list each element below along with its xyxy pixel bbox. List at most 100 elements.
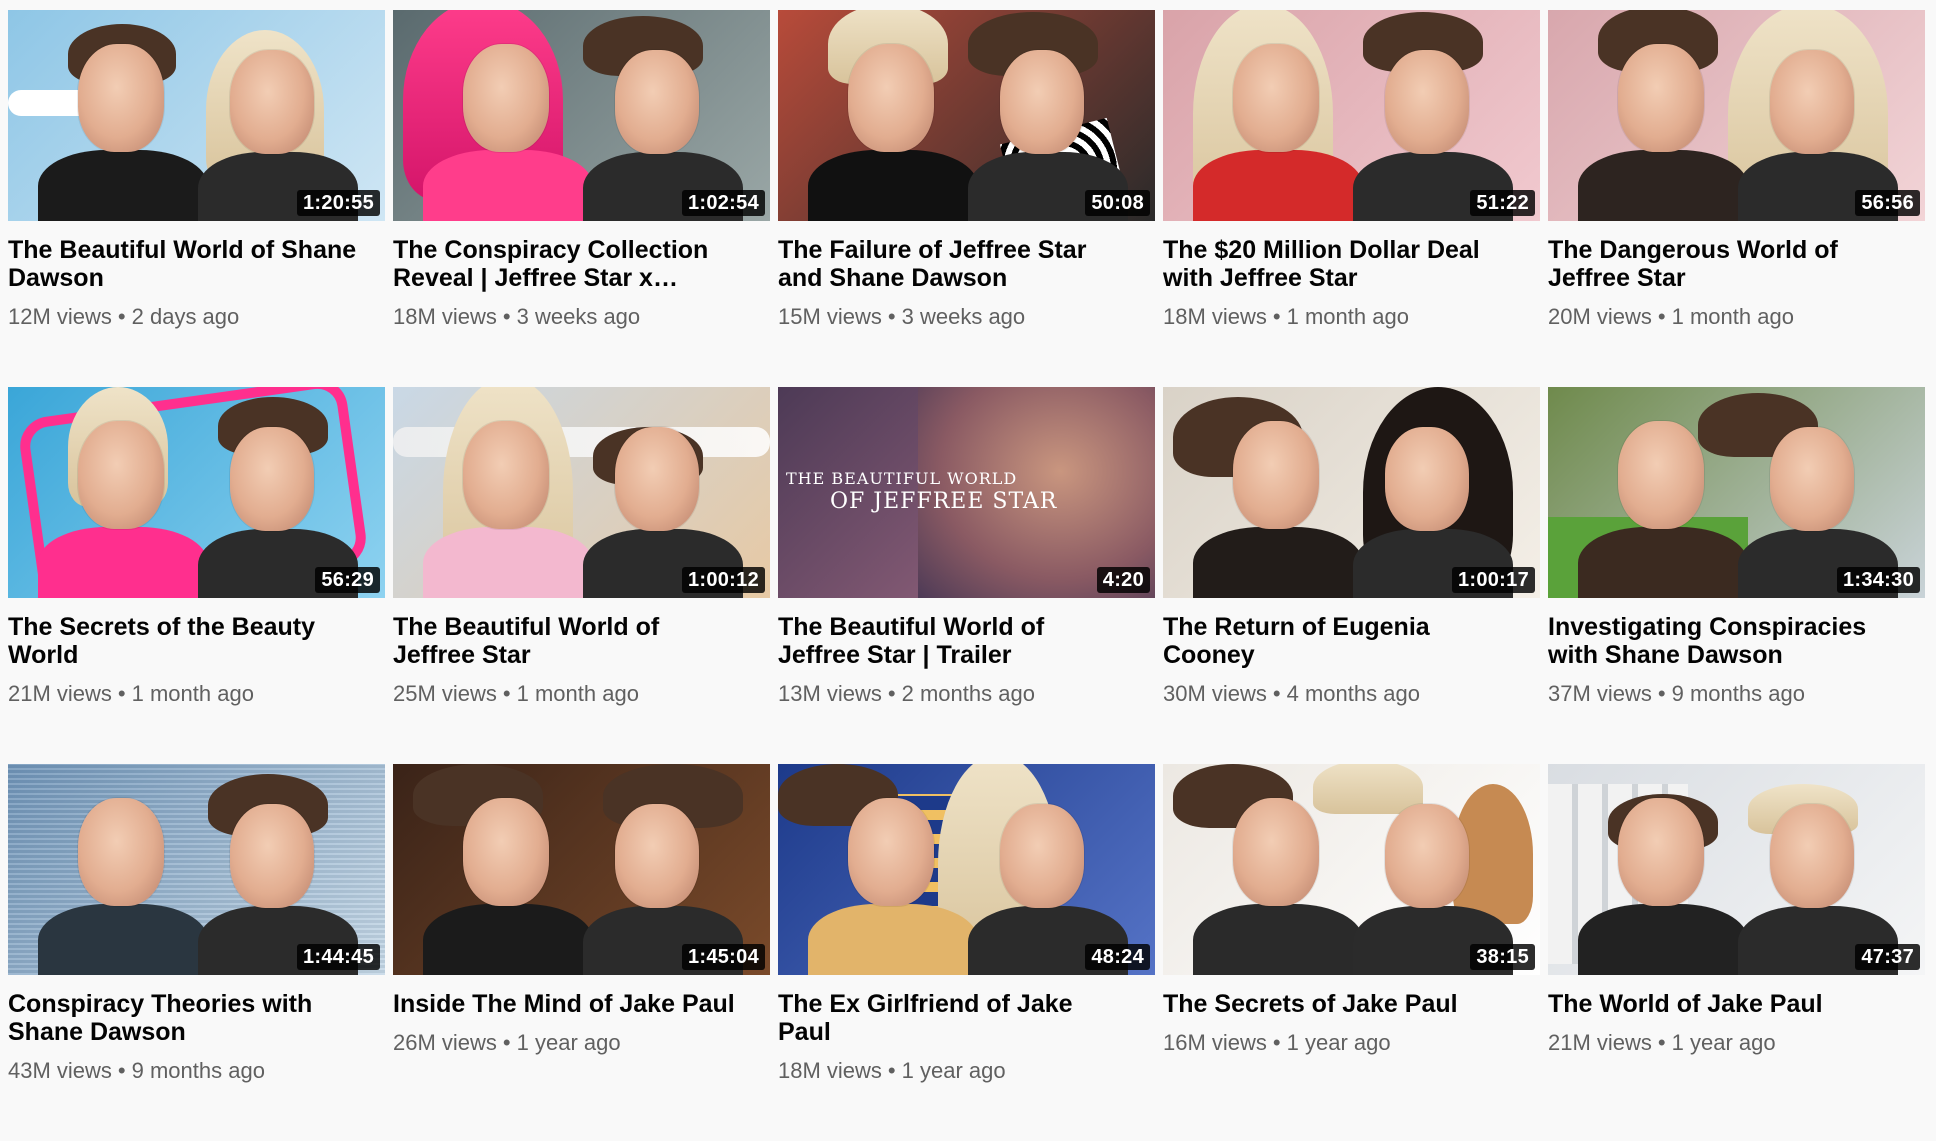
video-title[interactable]: The Return of Eugenia Cooney: [1163, 613, 1513, 669]
video-thumbnail[interactable]: 1:00:12: [393, 387, 770, 598]
person-face: [230, 804, 314, 908]
duration-badge: 4:20: [1096, 567, 1150, 593]
view-count: 12M views: [8, 304, 112, 329]
video-card[interactable]: 1:45:04 Inside The Mind of Jake Paul 26M…: [393, 764, 770, 1141]
video-thumbnail[interactable]: 51:22: [1163, 10, 1540, 221]
video-card[interactable]: 1:02:54 The Conspiracy Collection Reveal…: [393, 10, 770, 387]
video-card[interactable]: 1:00:17 The Return of Eugenia Cooney 30M…: [1163, 387, 1540, 764]
video-card[interactable]: 1:44:45 Conspiracy Theories with Shane D…: [8, 764, 385, 1141]
video-thumbnail[interactable]: 1:45:04: [393, 764, 770, 975]
separator-dot: •: [502, 304, 511, 329]
person-body: [808, 904, 978, 975]
video-card[interactable]: 56:56 The Dangerous World of Jeffree Sta…: [1548, 10, 1925, 387]
video-card[interactable]: 1:34:30 Investigating Conspiracies with …: [1548, 387, 1925, 764]
video-thumbnail[interactable]: 56:56: [1548, 10, 1925, 221]
video-card[interactable]: 1:20:55 The Beautiful World of Shane Daw…: [8, 10, 385, 387]
video-meta: 25M views • 1 month ago: [393, 681, 770, 707]
video-title[interactable]: The Ex Girlfriend of Jake Paul: [778, 990, 1128, 1046]
separator-dot: •: [117, 1058, 126, 1083]
video-card[interactable]: 56:29 The Secrets of the Beauty World 21…: [8, 387, 385, 764]
video-title[interactable]: The Secrets of the Beauty World: [8, 613, 358, 669]
video-thumbnail[interactable]: THE BEAUTIFUL WORLD OF JEFFREE STAR 4:20: [778, 387, 1155, 598]
person-body: [1578, 150, 1748, 221]
video-title[interactable]: The Beautiful World of Jeffree Star | Tr…: [778, 613, 1128, 669]
separator-dot: •: [1657, 1030, 1666, 1055]
video-thumbnail[interactable]: 1:00:17: [1163, 387, 1540, 598]
video-card[interactable]: 47:37 The World of Jake Paul 21M views • 1…: [1548, 764, 1925, 1141]
video-thumbnail[interactable]: 47:37: [1548, 764, 1925, 975]
video-thumbnail[interactable]: 48:24: [778, 764, 1155, 975]
person-face: [78, 421, 164, 529]
view-count: 43M views: [8, 1058, 112, 1083]
video-title[interactable]: The Conspiracy Collection Reveal | Jeffr…: [393, 236, 743, 292]
video-thumbnail[interactable]: 1:34:30: [1548, 387, 1925, 598]
video-meta: 15M views • 3 weeks ago: [778, 304, 1155, 330]
person-face: [1385, 50, 1469, 154]
upload-age: 1 year ago: [901, 1058, 1006, 1083]
video-title[interactable]: The Failure of Jeffree Star and Shane Da…: [778, 236, 1128, 292]
video-thumbnail[interactable]: 1:44:45: [8, 764, 385, 975]
video-thumbnail[interactable]: 1:02:54: [393, 10, 770, 221]
video-card[interactable]: 38:15 The Secrets of Jake Paul 16M views…: [1163, 764, 1540, 1141]
person-body: [1578, 527, 1748, 598]
video-title[interactable]: The $20 Million Dollar Deal with Jeffree…: [1163, 236, 1513, 292]
video-title[interactable]: The Beautiful World of Shane Dawson: [8, 236, 358, 292]
view-count: 21M views: [1548, 1030, 1652, 1055]
video-card[interactable]: 51:22 The $20 Million Dollar Deal with J…: [1163, 10, 1540, 387]
view-count: 20M views: [1548, 304, 1652, 329]
separator-dot: •: [502, 1030, 511, 1055]
upload-age: 1 month ago: [516, 681, 639, 706]
person-face: [1618, 421, 1704, 529]
person-face: [848, 798, 934, 906]
video-meta: 13M views • 2 months ago: [778, 681, 1155, 707]
upload-age: 9 months ago: [1671, 681, 1805, 706]
separator-dot: •: [887, 1058, 896, 1083]
separator-dot: •: [1272, 681, 1281, 706]
video-thumbnail[interactable]: 1:20:55: [8, 10, 385, 221]
video-title[interactable]: The World of Jake Paul: [1548, 990, 1898, 1018]
video-title[interactable]: The Dangerous World of Jeffree Star: [1548, 236, 1898, 292]
upload-age: 2 months ago: [901, 681, 1035, 706]
video-title[interactable]: The Secrets of Jake Paul: [1163, 990, 1513, 1018]
video-card[interactable]: 48:24 The Ex Girlfriend of Jake Paul 18M…: [778, 764, 1155, 1141]
video-card[interactable]: THE BEAUTIFUL WORLD OF JEFFREE STAR 4:20 …: [778, 387, 1155, 764]
person-face: [463, 421, 549, 529]
video-thumbnail[interactable]: 38:15: [1163, 764, 1540, 975]
person-face: [463, 44, 549, 152]
separator-dot: •: [1272, 304, 1281, 329]
duration-badge: 48:24: [1085, 944, 1150, 970]
person-face: [463, 798, 549, 906]
video-meta: 20M views • 1 month ago: [1548, 304, 1925, 330]
person-body: [808, 150, 978, 221]
video-card[interactable]: 1:00:12 The Beautiful World of Jeffree S…: [393, 387, 770, 764]
duration-badge: 50:08: [1085, 190, 1150, 216]
video-title[interactable]: Conspiracy Theories with Shane Dawson: [8, 990, 358, 1046]
person-body: [1578, 904, 1748, 975]
person-face: [1233, 44, 1319, 152]
duration-badge: 1:45:04: [681, 944, 765, 970]
video-title[interactable]: The Beautiful World of Jeffree Star: [393, 613, 743, 669]
person-face: [1618, 798, 1704, 906]
person-body: [38, 904, 208, 975]
video-meta: 43M views • 9 months ago: [8, 1058, 385, 1084]
person-face: [78, 44, 164, 152]
person-face: [1770, 50, 1854, 154]
person-face: [615, 804, 699, 908]
video-title[interactable]: Investigating Conspiracies with Shane Da…: [1548, 613, 1898, 669]
person-face: [1770, 427, 1854, 531]
video-card[interactable]: 50:08 The Failure of Jeffree Star and Sh…: [778, 10, 1155, 387]
separator-dot: •: [1657, 304, 1666, 329]
duration-badge: 1:00:12: [681, 567, 765, 593]
upload-age: 9 months ago: [131, 1058, 265, 1083]
video-thumbnail[interactable]: 56:29: [8, 387, 385, 598]
overlay-title-line1: THE BEAUTIFUL WORLD: [786, 469, 1018, 488]
view-count: 25M views: [393, 681, 497, 706]
view-count: 26M views: [393, 1030, 497, 1055]
video-meta: 12M views • 2 days ago: [8, 304, 385, 330]
video-thumbnail[interactable]: 50:08: [778, 10, 1155, 221]
video-meta: 18M views • 1 month ago: [1163, 304, 1540, 330]
person-body: [1193, 527, 1363, 598]
duration-badge: 1:02:54: [681, 190, 765, 216]
video-title[interactable]: Inside The Mind of Jake Paul: [393, 990, 743, 1018]
video-meta: 21M views • 1 year ago: [1548, 1030, 1925, 1056]
